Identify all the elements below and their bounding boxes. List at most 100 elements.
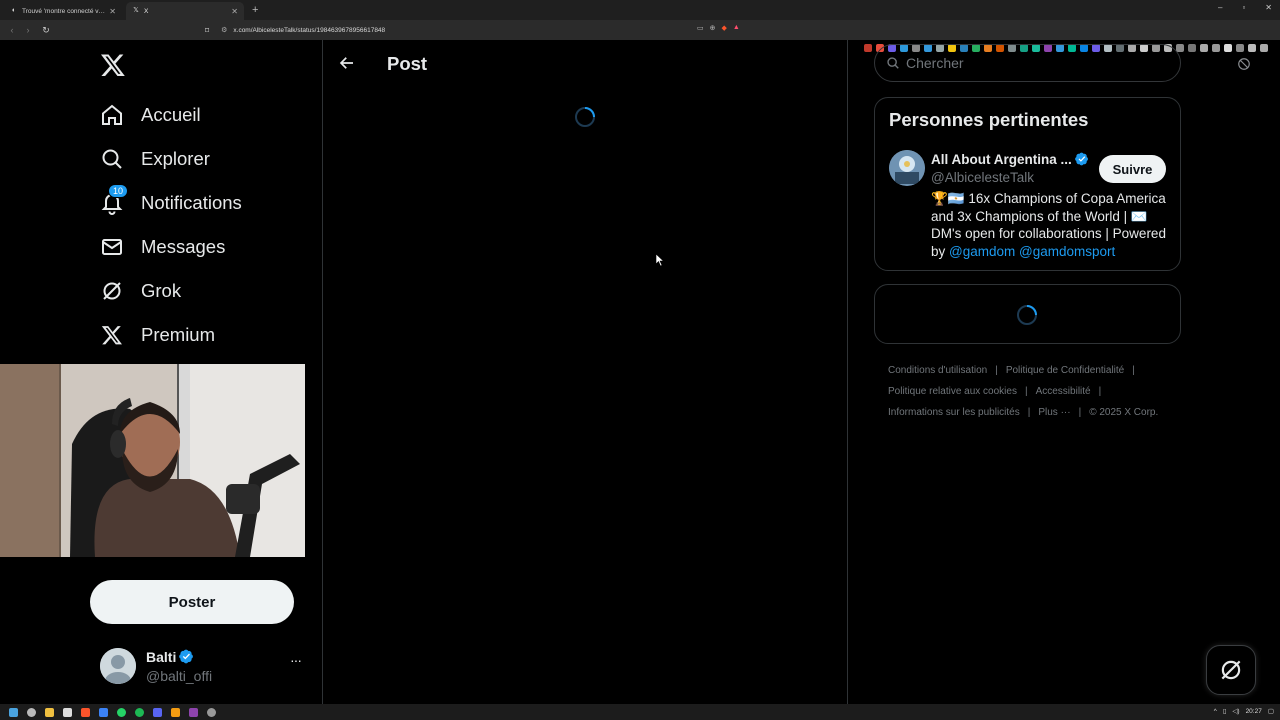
tab-title: X <box>144 7 149 15</box>
new-tab-button[interactable]: + <box>252 4 258 16</box>
nav-item-explore[interactable]: Explorer <box>100 144 210 174</box>
network-icon[interactable]: ▯ <box>1223 707 1227 715</box>
forward-nav-icon[interactable]: › <box>24 25 32 35</box>
verified-badge-icon <box>179 649 194 664</box>
footer-link[interactable]: Accessibilité <box>1036 386 1091 397</box>
footer-more-link[interactable]: Plus ··· <box>1038 407 1070 418</box>
search-icon[interactable] <box>27 707 36 717</box>
webcam-overlay <box>0 364 305 557</box>
grok-floating-button[interactable] <box>1206 645 1256 695</box>
person-handle[interactable]: @AlbicelesteTalk <box>931 170 1034 185</box>
mouse-cursor-icon <box>656 254 664 266</box>
footer-link[interactable]: Politique relative aux cookies <box>888 386 1017 397</box>
windows-start-icon[interactable] <box>9 707 18 717</box>
search-icon <box>100 147 124 171</box>
back-arrow-icon[interactable] <box>338 54 356 72</box>
tab-title: Trouvé 'montre connecté vs réalité' - <box>22 7 105 15</box>
card-title: Personnes pertinentes <box>889 109 1089 130</box>
back-nav-icon[interactable]: ‹ <box>8 25 16 35</box>
spotify-icon[interactable] <box>135 707 144 717</box>
clock[interactable]: 20:27 <box>1246 708 1262 715</box>
copyright-text: © 2025 X Corp. <box>1089 407 1159 418</box>
follow-button[interactable]: Suivre <box>1099 155 1166 183</box>
more-options-icon[interactable]: ··· <box>290 652 302 668</box>
avatar <box>100 648 136 684</box>
loading-spinner-icon <box>575 107 595 127</box>
browser-tab-active[interactable]: 𝕏 X ✕ <box>126 2 244 20</box>
tab-close-icon[interactable]: ✕ <box>231 7 238 16</box>
screen: ◐ Trouvé 'montre connecté vs réalité' - … <box>0 0 1280 720</box>
settings-icon[interactable] <box>207 707 216 717</box>
mention-link[interactable]: @gamdom <box>949 244 1015 259</box>
notification-center-icon[interactable]: ▢ <box>1268 707 1274 715</box>
nav-label: Messages <box>141 236 226 257</box>
browser-tab-inactive[interactable]: ◐ Trouvé 'montre connecté vs réalité' - … <box>4 2 122 20</box>
nav-item-grok[interactable]: Grok <box>100 276 181 306</box>
app-icon[interactable] <box>99 707 108 717</box>
brave-shield-icon[interactable]: ◆ <box>722 24 727 32</box>
reload-icon[interactable]: ↻ <box>42 25 50 36</box>
footer-link[interactable]: Informations sur les publicités <box>888 407 1020 418</box>
cast-icon[interactable]: ▭ <box>697 24 704 32</box>
post-button[interactable]: Poster <box>90 580 294 624</box>
chevron-up-icon[interactable]: ^ <box>1214 708 1217 715</box>
search-icon <box>887 57 899 69</box>
main-column: Post <box>324 40 848 704</box>
zoom-icon[interactable]: ⊕ <box>710 24 716 32</box>
system-tray: ^ ▯ ◁) 20:27 ▢ <box>1214 707 1274 716</box>
mention-link[interactable]: @gamdomsport <box>1019 244 1115 259</box>
search-placeholder: Chercher <box>906 55 964 71</box>
relevant-people-card: Personnes pertinentes All About Argentin… <box>874 97 1181 271</box>
site-info-icon[interactable]: ⚙ <box>221 26 227 34</box>
footer-link[interactable]: Conditions d'utilisation <box>888 365 987 376</box>
right-sidebar: Chercher Personnes pertinentes All About… <box>849 40 1280 704</box>
browser-tab-bar: ◐ Trouvé 'montre connecté vs réalité' - … <box>0 0 1280 20</box>
avatar[interactable] <box>889 150 925 186</box>
block-icon[interactable] <box>1237 57 1251 71</box>
nav-label: Grok <box>141 280 182 301</box>
footer-link[interactable]: Politique de Confidentialité <box>1006 365 1124 376</box>
file-explorer-icon[interactable] <box>45 707 54 717</box>
nav-item-premium[interactable]: Premium <box>100 320 215 350</box>
home-icon <box>100 103 124 127</box>
discord-icon[interactable] <box>153 707 162 717</box>
notification-badge: 10 <box>108 184 129 198</box>
window-controls: – ▫ ✕ <box>1218 3 1272 12</box>
loading-card <box>874 284 1181 344</box>
account-switcher[interactable]: Balti @balti_offi ··· <box>100 648 310 688</box>
app-icon[interactable] <box>189 707 198 717</box>
x-logo-icon[interactable] <box>100 52 126 78</box>
person-bio: 🏆🇦🇷 16x Champions of Copa America and 3x… <box>931 191 1166 259</box>
close-window-button[interactable]: ✕ <box>1265 3 1272 12</box>
bookmark-icon[interactable]: ⌑ <box>205 26 209 35</box>
footer-links: Conditions d'utilisation | Politique de Co… <box>888 365 1159 418</box>
tab-favicon-icon: ◐ <box>11 7 17 14</box>
whatsapp-icon[interactable] <box>117 707 126 717</box>
volume-icon[interactable]: ◁) <box>1232 707 1239 715</box>
brave-rewards-icon[interactable]: ▲ <box>733 24 740 32</box>
url-text: x.com/AlbicelesteTalk/status/19846396789… <box>233 26 386 34</box>
verified-badge-icon <box>1074 152 1088 166</box>
url-actions: ▭ ⊕ ◆ ▲ <box>697 24 740 32</box>
account-handle: @balti_offi <box>146 668 213 684</box>
person-name[interactable]: All About Argentina ... <box>931 152 1089 167</box>
nav-item-home[interactable]: Accueil <box>100 100 201 130</box>
bell-icon: 10 <box>100 184 129 215</box>
webcam-video-image <box>0 364 305 557</box>
nav-item-notifications[interactable]: 10 Notifications <box>100 184 242 218</box>
url-field[interactable]: ⌑ ⚙ x.com/AlbicelesteTalk/status/1984639… <box>205 22 765 38</box>
browser-address-bar: ‹ › ↻ ⌑ ⚙ x.com/AlbicelesteTalk/status/1… <box>0 20 1280 52</box>
grok-icon <box>1221 660 1241 680</box>
minimize-button[interactable]: – <box>1218 3 1222 12</box>
app-icon[interactable] <box>63 707 72 717</box>
x-favicon-icon: 𝕏 <box>133 7 139 14</box>
mail-icon <box>100 235 124 259</box>
nav-label: Explorer <box>141 148 210 169</box>
grok-icon <box>100 279 124 303</box>
nav-item-messages[interactable]: Messages <box>100 232 225 262</box>
maximize-button[interactable]: ▫ <box>1242 3 1245 12</box>
app-icon[interactable] <box>171 707 180 717</box>
search-input[interactable]: Chercher <box>874 44 1181 82</box>
tab-close-icon[interactable]: ✕ <box>109 7 116 16</box>
brave-browser-icon[interactable] <box>81 707 90 717</box>
